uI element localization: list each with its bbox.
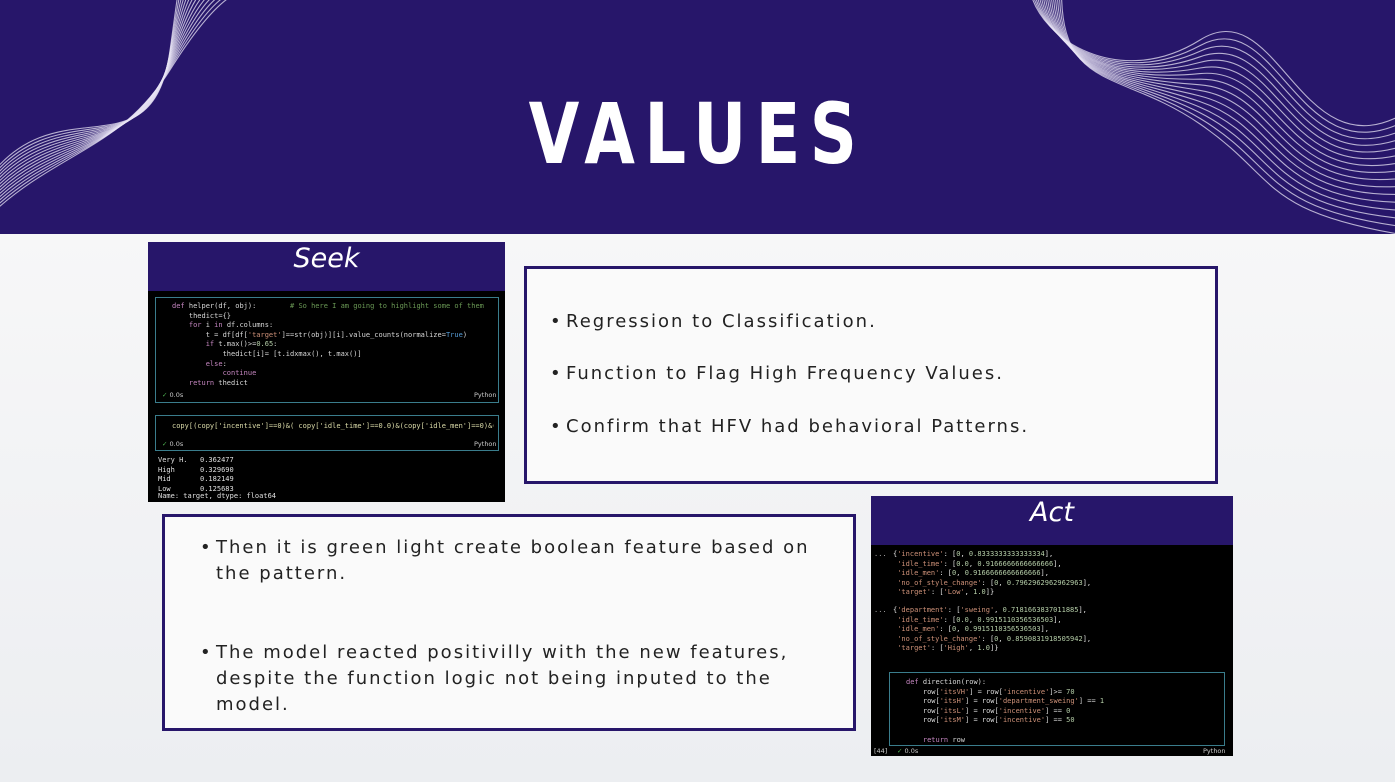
summary-box-top: • Regression to Classification. • Function … [524, 266, 1218, 484]
bullet-item: • The model reacted positivilly with the … [200, 642, 789, 715]
code-line: {'incentive': [0, 0.8333333333333334], [893, 550, 1054, 558]
code-cell [155, 415, 499, 451]
code-line: row['itsL'] = row['incentive'] == 0 [906, 706, 1071, 715]
cell-output: {'department': ['sweing', 0.718166383701… [893, 606, 1231, 654]
seek-panel-header: Seek [148, 242, 505, 291]
output-value: 0.329690 [200, 465, 234, 474]
code-line: row['itsH'] = row['department_sweing'] =… [906, 697, 1105, 706]
output-value: 0.182149 [200, 475, 234, 484]
code-line: 'no_of_style_change': [0, 0.796296296296… [897, 578, 1092, 587]
code-line: copy[(copy['incentive']==0)&( copy['idle… [172, 422, 494, 430]
code-line: def direction(row): [906, 678, 987, 686]
cell-output: {'incentive': [0, 0.8333333333333334], '… [893, 550, 1231, 598]
code-block: def helper(df, obj): # So here I am goin… [172, 302, 492, 388]
check-icon: ✓ [162, 391, 168, 399]
check-icon: ✓ [162, 440, 168, 448]
cell-time: 0.0s [169, 440, 184, 448]
cell-status: ✓ 0.0s [897, 747, 918, 756]
code-line: continue [222, 369, 257, 378]
output-row: Very H. 0.362477 [158, 456, 498, 466]
code-line: else: [205, 359, 227, 368]
code-line: return thedict [188, 378, 248, 387]
output-label: High [158, 465, 175, 474]
code-line: def helper(df, obj): # So here I am goin… [172, 302, 484, 310]
bullet-item: • Function to Flag High Frequency Values. [550, 363, 1004, 384]
code-line: 'idle_time': [0.0, 0.9915110356536503], [897, 615, 1062, 624]
code-line: thedict={} [172, 311, 232, 320]
code-line: return row [922, 735, 966, 744]
seek-code-screenshot: def helper(df, obj): # So here I am goin… [148, 291, 505, 502]
act-code-screenshot: ... {'incentive': [0, 0.8333333333333334… [871, 545, 1233, 756]
output-row: Mid 0.182149 [158, 475, 498, 485]
cell-language: Python [474, 391, 497, 399]
output-prompt: ... [874, 550, 887, 558]
code-line: 'no_of_style_change': [0, 0.859083191850… [897, 634, 1092, 643]
output-prompt: ... [874, 606, 887, 614]
code-line: if t.max()>=0.65: [205, 340, 278, 349]
slide-title: VALUES [528, 85, 867, 183]
output-value: 0.362477 [200, 456, 234, 464]
cell-output: Very H. 0.362477 High 0.329690 Mid 0.182149 Lo… [158, 456, 498, 494]
slide-header: VALUES [0, 0, 1395, 234]
code-line: 'target': ['High', 1.0]} [897, 644, 999, 653]
cell-time: 0.0s [169, 391, 184, 399]
code-line: 'idle_time': [0.0, 0.9166666666666666], [897, 559, 1062, 568]
cell-time: 0.0s [904, 747, 919, 755]
cell-exec-count: [44] [874, 747, 888, 755]
check-icon: ✓ [897, 747, 903, 755]
output-row: High 0.329690 [158, 466, 498, 476]
code-line: row['itsVH'] = row['incentive']>= 70 [906, 687, 1075, 696]
bullet-item: • Confirm that HFV had behavioral Pattern… [550, 416, 1030, 437]
output-label: Very H. [158, 456, 188, 464]
seek-panel-label: Seek [293, 243, 360, 274]
cell-language: Python [474, 440, 497, 448]
bullet-item: • Then it is green light create boolean f… [200, 537, 810, 584]
code-line: {'department': ['sweing', 0.718166383701… [893, 606, 1087, 614]
cell-status: ✓ 0.0s [162, 440, 183, 450]
summary-box-bottom: • Then it is green light create boolean f… [162, 514, 856, 731]
code-line: thedict[i]= [t.idxmax(), t.max()] [172, 349, 362, 358]
output-label: Mid [158, 475, 171, 484]
act-panel-label: Act [1030, 497, 1074, 528]
code-line: 'idle_men': [0, 0.9166666666666666], [897, 569, 1049, 578]
bullet-item: • Regression to Classification. [550, 311, 877, 332]
cell-language: Python [1203, 747, 1226, 755]
code-block: def direction(row): row['itsVH'] = row['… [906, 678, 1216, 745]
code-line: row['itsM'] = row['incentive'] == 50 [906, 716, 1075, 725]
code-line: 'target': ['Low', 1.0]} [897, 588, 995, 597]
code-line: for i in df.columns: [188, 321, 274, 330]
act-panel-header: Act [871, 496, 1233, 545]
cell-status: ✓ 0.0s [162, 391, 183, 401]
output-footer: Name: target, dtype: float64 [158, 492, 277, 500]
code-line: 'idle_men': [0, 0.9915110356536503], [897, 625, 1049, 634]
code-line: t = df[df['target']==str(obj)][i].value_… [172, 330, 468, 339]
